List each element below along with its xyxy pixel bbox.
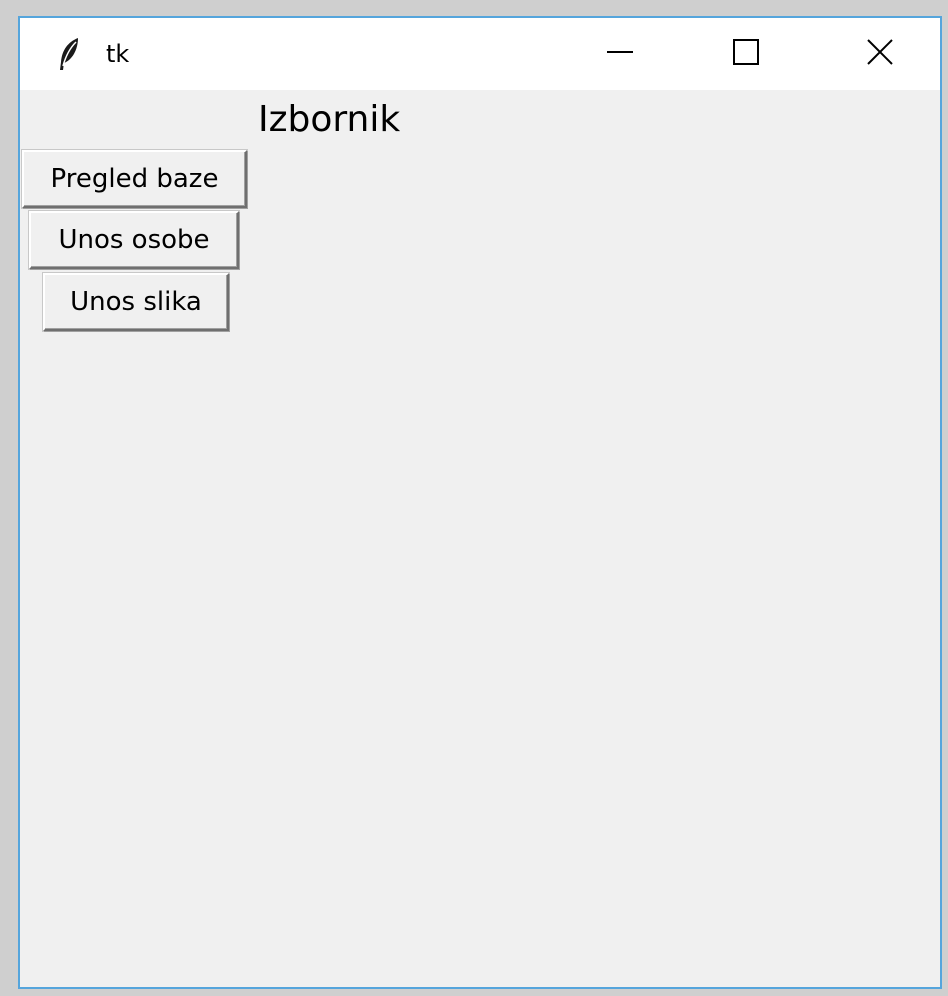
main-content: Izbornik Pregled baze Unos osobe Unos sl… bbox=[20, 90, 940, 987]
close-icon bbox=[865, 37, 895, 71]
title-bar[interactable]: tk bbox=[20, 18, 940, 90]
add-images-button[interactable]: Unos slika bbox=[43, 273, 229, 331]
page-title: Izbornik bbox=[258, 99, 401, 140]
app-window: tk Izbornik Pregled baze Unos osobe Unos… bbox=[18, 16, 942, 989]
close-button[interactable] bbox=[820, 18, 940, 90]
browse-database-button[interactable]: Pregled baze bbox=[22, 150, 247, 208]
maximize-button[interactable] bbox=[686, 18, 806, 90]
minimize-icon bbox=[605, 37, 635, 71]
window-title: tk bbox=[106, 40, 130, 68]
feather-icon bbox=[56, 36, 82, 72]
minimize-button[interactable] bbox=[560, 18, 680, 90]
add-person-button[interactable]: Unos osobe bbox=[29, 211, 239, 269]
maximize-icon bbox=[731, 37, 761, 71]
